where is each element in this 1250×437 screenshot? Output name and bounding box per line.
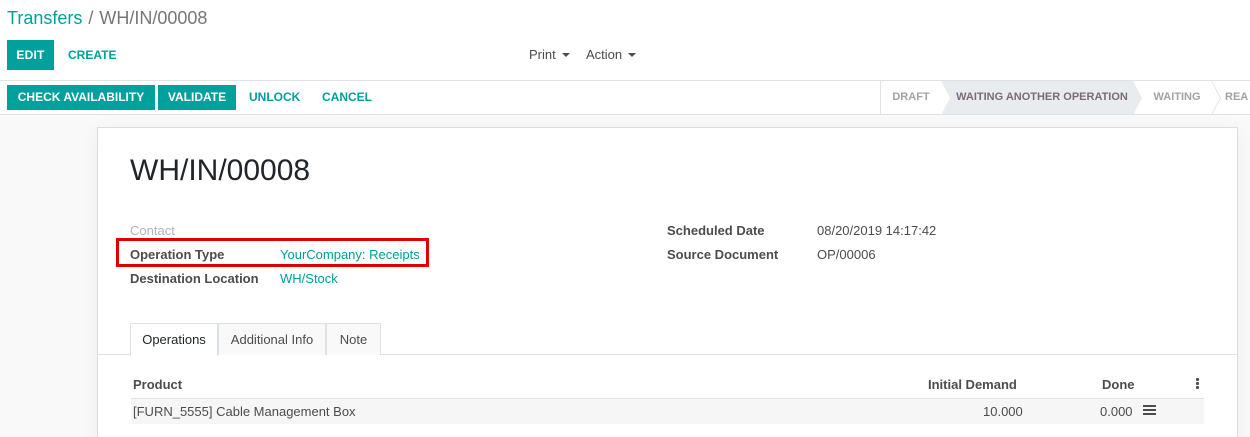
unlock-button[interactable]: UNLOCK bbox=[249, 85, 300, 110]
stage-arrow bbox=[1211, 81, 1220, 114]
column-initial-demand[interactable]: Initial Demand bbox=[928, 377, 1017, 392]
tab-operations[interactable]: Operations bbox=[130, 323, 218, 356]
scheduled-date-value: 08/20/2019 14:17:42 bbox=[817, 223, 937, 238]
stage-arrow bbox=[941, 81, 950, 114]
action-dropdown[interactable]: Action bbox=[586, 40, 637, 70]
stage-waiting-another-operation[interactable]: WAITING ANOTHER OPERATION bbox=[941, 81, 1133, 114]
column-done[interactable]: Done bbox=[1102, 377, 1135, 392]
source-document-label: Source Document bbox=[667, 247, 779, 262]
product-cell[interactable]: [FURN_5555] Cable Management Box bbox=[133, 404, 356, 419]
detailed-operations-list-icon[interactable] bbox=[1143, 405, 1156, 416]
caret-down-icon bbox=[561, 52, 570, 57]
destination-location-label: Destination Location bbox=[130, 271, 259, 286]
validate-button[interactable]: VALIDATE bbox=[158, 85, 236, 110]
check-availability-button[interactable]: CHECK AVAILABILITY bbox=[7, 85, 155, 110]
status-stages: DRAFT WAITING ANOTHER OPERATION WAITING … bbox=[880, 81, 1250, 114]
cancel-button[interactable]: CANCEL bbox=[322, 85, 372, 110]
stage-arrow bbox=[1133, 81, 1142, 114]
breadcrumb-transfers-link[interactable]: Transfers bbox=[7, 8, 82, 28]
contact-label: Contact bbox=[130, 223, 175, 238]
record-title: WH/IN/00008 bbox=[130, 154, 311, 187]
caret-down-icon bbox=[628, 52, 637, 57]
form-sheet: WH/IN/00008 Contact Operation Type YourC… bbox=[97, 127, 1238, 437]
breadcrumb-separator: / bbox=[88, 8, 94, 28]
breadcrumb: Transfers / WH/IN/00008 bbox=[7, 8, 207, 29]
print-label: Print bbox=[529, 47, 556, 62]
breadcrumb-current: WH/IN/00008 bbox=[99, 8, 208, 28]
stage-draft[interactable]: DRAFT bbox=[881, 81, 941, 114]
form-statusbar: CHECK AVAILABILITY VALIDATE UNLOCK CANCE… bbox=[0, 81, 1250, 115]
column-product[interactable]: Product bbox=[133, 377, 182, 392]
initial-demand-cell[interactable]: 10.000 bbox=[983, 404, 1023, 419]
tab-additional-info[interactable]: Additional Info bbox=[218, 323, 326, 355]
done-cell[interactable]: 0.000 bbox=[1100, 404, 1133, 419]
highlight-box bbox=[116, 238, 429, 267]
scheduled-date-label: Scheduled Date bbox=[667, 223, 765, 238]
column-options-icon[interactable] bbox=[1196, 378, 1199, 390]
edit-button[interactable]: EDIT bbox=[7, 40, 54, 70]
stage-ready[interactable]: REA bbox=[1225, 81, 1250, 114]
stage-waiting[interactable]: WAITING bbox=[1143, 81, 1211, 114]
notebook-tabs: Operations Additional Info Note bbox=[98, 323, 1237, 356]
control-panel: Transfers / WH/IN/00008 EDIT CREATE Print … bbox=[0, 0, 1250, 81]
print-dropdown[interactable]: Print bbox=[529, 40, 570, 70]
create-button[interactable]: CREATE bbox=[68, 40, 116, 70]
action-label: Action bbox=[586, 47, 623, 62]
destination-location-value[interactable]: WH/Stock bbox=[280, 271, 338, 286]
tab-note[interactable]: Note bbox=[326, 323, 381, 355]
source-document-value: OP/00006 bbox=[817, 247, 876, 262]
